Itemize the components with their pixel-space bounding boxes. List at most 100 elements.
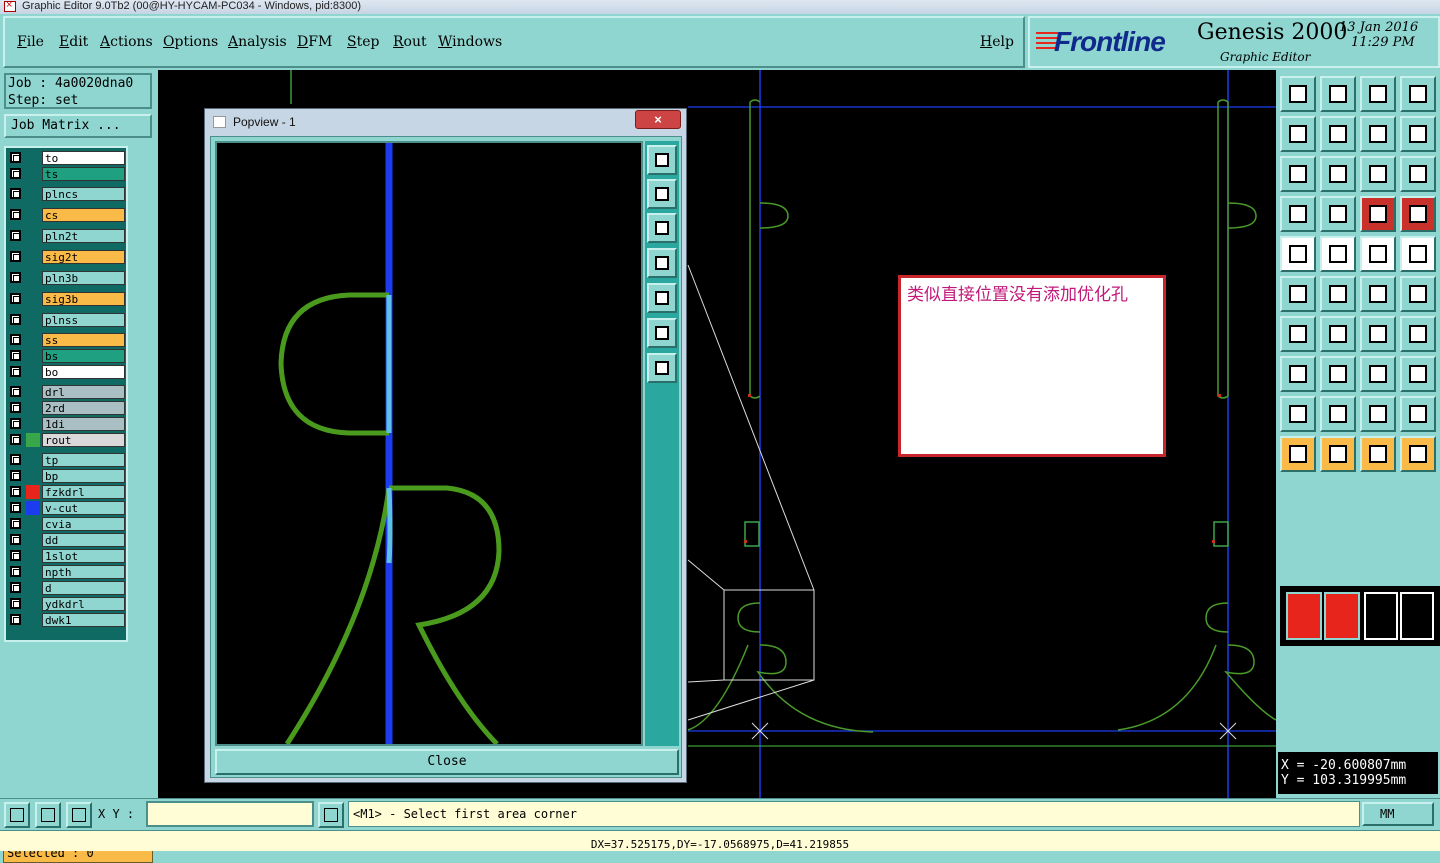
zoom-home-icon[interactable] [1320, 76, 1356, 112]
layer-name[interactable]: 1di [42, 417, 125, 431]
layer-row[interactable]: pln2t [8, 229, 126, 243]
layer-checkbox[interactable] [10, 386, 21, 397]
layer-name[interactable]: cvia [42, 517, 125, 531]
layer-row[interactable]: 2rd [8, 401, 126, 415]
layer-row[interactable]: fzkdrl [8, 485, 126, 499]
layer-name[interactable]: fzkdrl [42, 485, 125, 499]
layer-color-swatch[interactable] [26, 597, 40, 611]
menu-dfm[interactable]: DFM [297, 34, 332, 50]
angle-icon[interactable] [1280, 316, 1316, 352]
layer-name[interactable]: dd [42, 533, 125, 547]
layer-color-swatch[interactable] [26, 385, 40, 399]
layer-row[interactable]: npth [8, 565, 126, 579]
layer-row[interactable]: plncs [8, 187, 126, 201]
job-matrix-button[interactable]: Job Matrix ... [4, 114, 152, 138]
layer-name[interactable]: bo [42, 365, 125, 379]
layer-color-swatch[interactable] [26, 250, 40, 264]
layer-row[interactable]: ss [8, 333, 126, 347]
layer-color-swatch[interactable] [26, 187, 40, 201]
layer-checkbox[interactable] [10, 350, 21, 361]
layer-name[interactable]: bs [42, 349, 125, 363]
layer-name[interactable]: rout [42, 433, 125, 447]
pad-icon[interactable] [1280, 356, 1316, 392]
layer-name[interactable]: 1slot [42, 549, 125, 563]
units-selector[interactable]: MM [1362, 802, 1434, 826]
layer-row[interactable]: bs [8, 349, 126, 363]
layer-name[interactable]: v-cut [42, 501, 125, 515]
menu-rout[interactable]: Rout [393, 34, 427, 50]
scale-1-2-icon[interactable] [1360, 156, 1396, 192]
layer-checkbox[interactable] [10, 614, 21, 625]
layer-row[interactable]: v-cut [8, 501, 126, 515]
layer-color-swatch[interactable] [26, 365, 40, 379]
layer-checkbox[interactable] [10, 188, 21, 199]
layer-color-swatch[interactable] [26, 167, 40, 181]
pad-group-icon[interactable] [1400, 356, 1436, 392]
select-pad-icon[interactable] [1280, 236, 1316, 272]
minus-icon[interactable] [1320, 356, 1356, 392]
layer-checkbox[interactable] [10, 251, 21, 262]
layer-color-swatch[interactable] [26, 433, 40, 447]
tools-icon[interactable] [1280, 196, 1316, 232]
dot-icon[interactable] [1400, 236, 1436, 272]
layer-color-swatch[interactable] [26, 333, 40, 347]
layer-row[interactable]: 1slot [8, 549, 126, 563]
layer-row[interactable]: bp [8, 469, 126, 483]
layer-color-swatch[interactable] [26, 229, 40, 243]
layer-checkbox[interactable] [10, 486, 21, 497]
layer-row[interactable]: ts [8, 167, 126, 181]
arc-icon[interactable] [1360, 276, 1396, 312]
layer-checkbox[interactable] [10, 293, 21, 304]
layer-color-swatch[interactable] [26, 401, 40, 415]
zoom-out-icon[interactable] [1280, 156, 1316, 192]
layer-color-swatch[interactable] [26, 151, 40, 165]
layer-checkbox[interactable] [10, 582, 21, 593]
menu-step[interactable]: Step [347, 34, 379, 50]
layer-color-swatch[interactable] [26, 417, 40, 431]
layer-checkbox[interactable] [10, 366, 21, 377]
layer-color-swatch[interactable] [26, 581, 40, 595]
menu-analysis[interactable]: Analysis [228, 34, 287, 50]
pan-right-icon[interactable] [1320, 116, 1356, 152]
redraw-icon[interactable] [1400, 116, 1436, 152]
layer-checkbox[interactable] [10, 566, 21, 577]
layer-row[interactable]: drl [8, 385, 126, 399]
pointer-box-icon[interactable] [1320, 436, 1356, 472]
layer-row[interactable]: cvia [8, 517, 126, 531]
snap-icon[interactable] [4, 802, 30, 828]
layer-name[interactable]: pln2t [42, 229, 125, 243]
help-icon[interactable] [1400, 156, 1436, 192]
layer-row[interactable]: dwk1 [8, 613, 126, 627]
home-view-icon[interactable] [1280, 76, 1316, 112]
layer-name[interactable]: plnss [42, 313, 125, 327]
popview-close-x-button[interactable]: × [635, 110, 681, 129]
layer-row[interactable]: to [8, 151, 126, 165]
layer-name[interactable]: to [42, 151, 125, 165]
layer-color-swatch[interactable] [26, 565, 40, 579]
mirror-icon[interactable] [1400, 316, 1436, 352]
layer-checkbox[interactable] [10, 334, 21, 345]
menu-windows[interactable]: Windows [438, 34, 502, 50]
layer-color-swatch[interactable] [26, 271, 40, 285]
layer-name[interactable]: tp [42, 453, 125, 467]
layer-color-swatch[interactable] [26, 549, 40, 563]
pointer-icon[interactable] [1280, 436, 1316, 472]
layer-name[interactable]: pln3b [42, 271, 125, 285]
line-icon[interactable] [1320, 236, 1356, 272]
layer-checkbox[interactable] [10, 434, 21, 445]
menu-file[interactable]: File [17, 34, 44, 50]
cross-icon[interactable] [1320, 276, 1356, 312]
layer-checkbox[interactable] [10, 209, 21, 220]
triangle-a-icon[interactable] [1360, 396, 1396, 432]
layer-row[interactable]: ydkdrl [8, 597, 126, 611]
layer-checkbox[interactable] [10, 598, 21, 609]
layer-row[interactable]: sig3b [8, 292, 126, 306]
layer-checkbox[interactable] [10, 152, 21, 163]
layer-checkbox[interactable] [10, 230, 21, 241]
layer-name[interactable]: ydkdrl [42, 597, 125, 611]
layer-color-swatch[interactable] [26, 453, 40, 467]
xy-input[interactable] [146, 801, 314, 827]
zoom-house-icon[interactable] [1360, 76, 1396, 112]
multi-view-icon[interactable] [1400, 76, 1436, 112]
layer-name[interactable]: sig3b [42, 292, 125, 306]
